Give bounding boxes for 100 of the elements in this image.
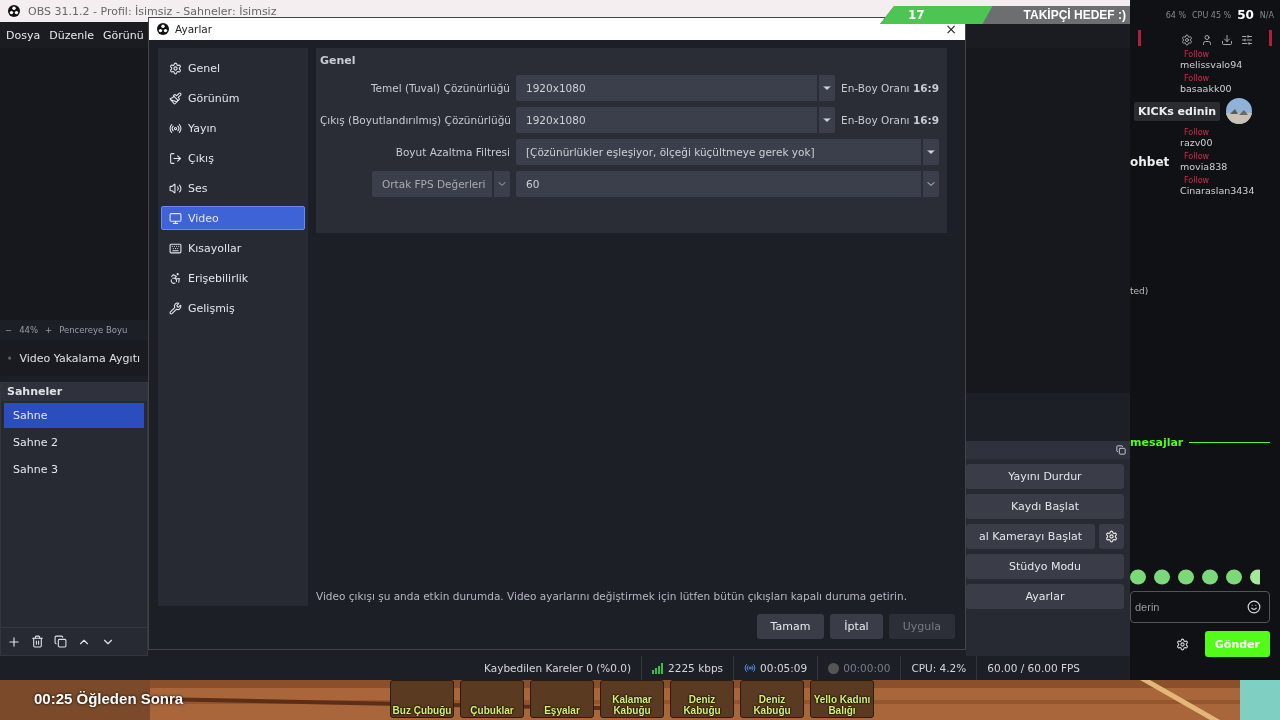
sidebar-item[interactable]: Erişebilirlik bbox=[161, 266, 305, 290]
slot-label: Eşyalar bbox=[544, 705, 580, 716]
cpu-usage: CPU: 4.2% bbox=[911, 662, 967, 674]
dropped-frames: Kaybedilen Kareler 0 (%0.0) bbox=[484, 662, 632, 674]
chat-input[interactable]: derin bbox=[1131, 595, 1247, 619]
control-button[interactable]: Kaydı Başlat bbox=[966, 494, 1124, 519]
slot-label: Deniz Kabuğu bbox=[682, 695, 722, 716]
slot-label: Deniz Kabuğu bbox=[752, 695, 792, 716]
sidebar-item[interactable]: Gelişmiş bbox=[161, 296, 305, 320]
window-title: OBS 31.1.2 - Profil: İsimsiz - Sahneler: İsimsiz bbox=[28, 4, 277, 18]
sidebar-item[interactable]: Çıkış bbox=[161, 146, 305, 170]
record-time: 00:00:00 bbox=[843, 662, 891, 674]
brush-icon bbox=[169, 91, 182, 105]
speaker-icon bbox=[169, 181, 182, 195]
exit-icon bbox=[169, 151, 182, 165]
scene-item[interactable]: Sahne 2 bbox=[4, 430, 144, 455]
keyboard-icon bbox=[169, 241, 182, 255]
follower-name: razv00 bbox=[1180, 137, 1214, 148]
menu-item[interactable]: Düzenle bbox=[49, 28, 94, 42]
follower-name: melissvalo94 bbox=[1180, 59, 1244, 70]
sidebar-item[interactable]: Kısayollar bbox=[161, 236, 305, 260]
sidebar-item[interactable]: Yayın bbox=[161, 116, 305, 140]
aspect-ratio: En-Boy Oranı 16:9 bbox=[841, 114, 939, 126]
broadcast-icon bbox=[744, 662, 757, 674]
antenna-icon bbox=[169, 121, 182, 135]
sidebar-item[interactable]: Ses bbox=[161, 176, 305, 200]
dropdown[interactable]: 1920x1080 bbox=[516, 75, 836, 101]
sidebar-item[interactable]: Video bbox=[161, 206, 305, 230]
follower-name: basaakk00 bbox=[1180, 83, 1233, 94]
field-label: Çıkış (Boyutlandırılmış) Çözünürlüğü bbox=[320, 114, 510, 126]
fps-reading: 60.00 / 60.00 FPS bbox=[987, 662, 1080, 674]
warning-text: Video çıkışı şu anda etkin durumda. Video ayarlarını değiştirmek için lütfen bütün çıkışları kapalı duruma getirin. bbox=[316, 590, 908, 604]
follow-tag: Follow bbox=[1184, 128, 1280, 137]
sidebar-item[interactable]: Görünüm bbox=[161, 86, 305, 110]
field-label: Boyut Azaltma Filtresi bbox=[394, 146, 510, 158]
field-label: Temel (Tuval) Çözünürlüğü bbox=[369, 82, 510, 94]
stat-reading: 64 % bbox=[1165, 10, 1186, 20]
aspect-ratio: En-Boy Oranı 16:9 bbox=[841, 82, 939, 94]
stat-reading: 50 bbox=[1237, 8, 1254, 22]
stat-reading: CPU 45 % bbox=[1192, 10, 1232, 20]
menu-item[interactable]: Görünü bbox=[102, 28, 144, 42]
trash-icon[interactable] bbox=[31, 635, 44, 648]
goal-label: TAKİPÇİ HEDEF :) bbox=[1023, 8, 1126, 22]
slot-label: Çubuklar bbox=[470, 705, 514, 716]
person-icon bbox=[169, 271, 182, 285]
obs-logo-icon bbox=[8, 5, 20, 17]
undock-icon[interactable] bbox=[1116, 445, 1126, 455]
scene-item[interactable]: Sahne bbox=[4, 403, 144, 428]
dropdown[interactable]: 60 bbox=[516, 171, 939, 197]
source-name: Video Yakalama Aygıtı bbox=[19, 351, 140, 365]
control-button[interactable]: al Kamerayı Başlat bbox=[966, 524, 1095, 549]
zoom-in-button[interactable]: + bbox=[45, 325, 53, 335]
control-button[interactable]: Ayarlar bbox=[966, 584, 1124, 609]
fps-type-dropdown[interactable]: Ortak FPS Değerleri bbox=[372, 171, 510, 197]
slot-label: Kalamar Kabuğu bbox=[611, 695, 653, 716]
emoji-icon[interactable] bbox=[1247, 600, 1261, 614]
scene-item[interactable]: Sahne 3 bbox=[4, 457, 144, 482]
menu-item[interactable]: Dosya bbox=[6, 28, 41, 42]
gear-icon bbox=[169, 61, 182, 75]
fit-button[interactable]: Pencereye Boyu bbox=[59, 325, 128, 335]
slot-label: Yello Kadını Balığı bbox=[812, 695, 872, 716]
dropdown[interactable]: [Çözünürlükler eşleşiyor, ölçeği küçültmeye gerek yok] bbox=[516, 139, 939, 165]
control-button[interactable]: Stüdyo Modu bbox=[966, 554, 1124, 579]
chat-field[interactable]: derin bbox=[1130, 591, 1270, 623]
stat-reading: N/A bbox=[1259, 10, 1274, 20]
stream-time: 00:05:09 bbox=[760, 662, 808, 674]
dialog-title: Ayarlar bbox=[175, 23, 213, 35]
record-icon bbox=[828, 662, 840, 674]
settings-button[interactable] bbox=[1099, 524, 1124, 549]
follower-name: movia838 bbox=[1180, 161, 1229, 172]
zoom-out-button[interactable]: − bbox=[5, 325, 13, 335]
control-button[interactable]: Yayını Durdur bbox=[966, 464, 1124, 489]
wrench-icon bbox=[169, 301, 182, 315]
sidebar-item[interactable]: Genel bbox=[161, 56, 305, 80]
slot-label: Buz Çubuğu bbox=[392, 705, 452, 716]
signal-icon bbox=[652, 662, 665, 674]
follow-tag: Follow bbox=[1184, 74, 1280, 83]
settings-icon[interactable] bbox=[1175, 637, 1189, 651]
add-icon[interactable] bbox=[7, 634, 21, 649]
follow-tag: Follow bbox=[1184, 152, 1280, 161]
dialog-button[interactable]: Tamam bbox=[756, 614, 825, 639]
bitrate: 2225 kbps bbox=[668, 662, 724, 674]
download-icon[interactable] bbox=[1221, 34, 1233, 46]
follow-tag: Follow bbox=[1184, 176, 1280, 185]
divider-label: mesajlar bbox=[1130, 436, 1184, 449]
obs-logo-icon bbox=[157, 23, 169, 35]
promo-label: KICKs edinin bbox=[1134, 101, 1221, 121]
follow-tag: Follow bbox=[1184, 50, 1280, 59]
monitor-icon bbox=[169, 211, 182, 225]
settings-icon[interactable] bbox=[1181, 34, 1193, 46]
chat-heading: ohbet bbox=[1130, 155, 1171, 169]
close-button[interactable]: × bbox=[945, 21, 957, 37]
panel-title: Sahneler bbox=[1, 383, 147, 401]
game-clock: 00:25 Öğleden Sonra bbox=[34, 690, 184, 707]
dropdown[interactable]: 1920x1080 bbox=[516, 107, 836, 133]
group-title: Genel bbox=[320, 54, 357, 67]
dialog-button[interactable]: İptal bbox=[830, 614, 883, 639]
follower-name: Cinaraslan3434 bbox=[1180, 185, 1256, 196]
user-icon[interactable] bbox=[1201, 34, 1213, 46]
gear-icon bbox=[1105, 530, 1118, 543]
